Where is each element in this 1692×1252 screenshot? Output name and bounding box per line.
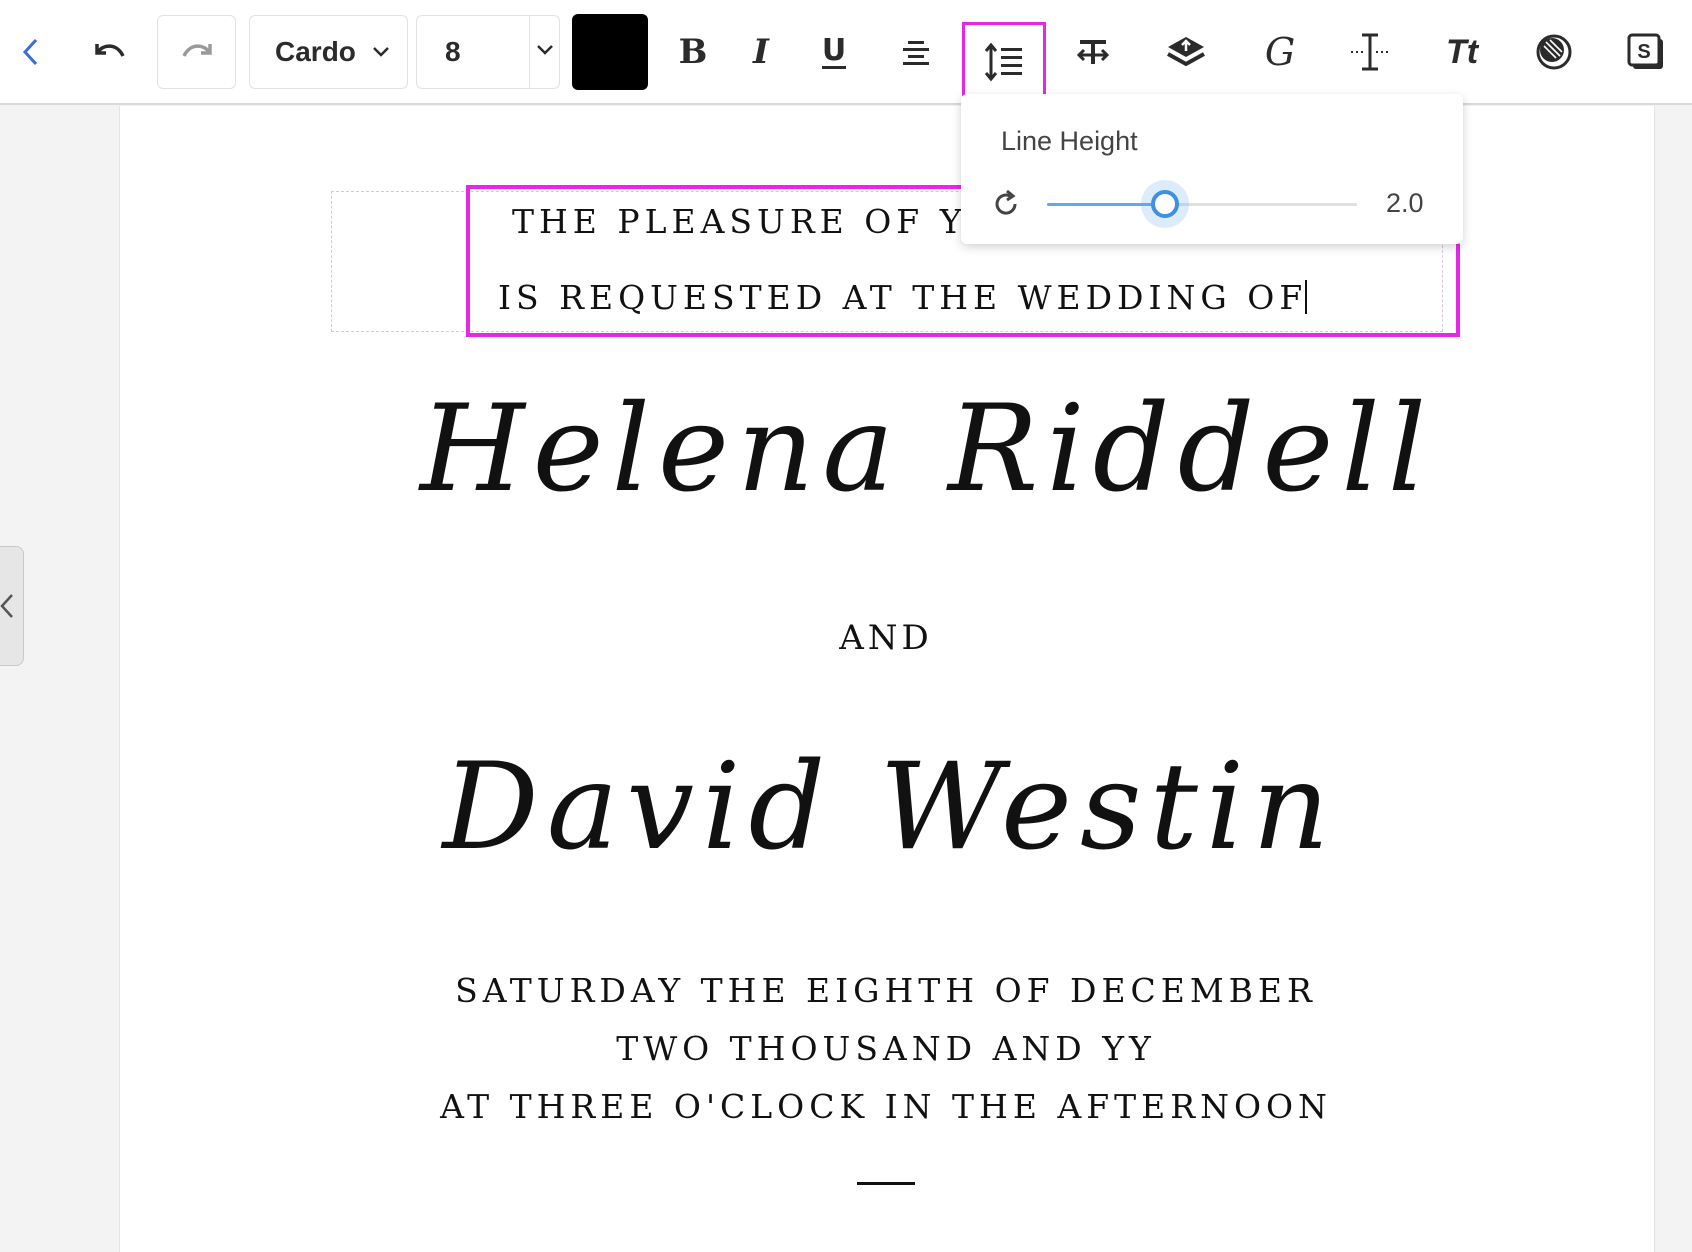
sticker-icon[interactable]: S bbox=[1618, 22, 1674, 82]
underline-label: U bbox=[821, 32, 847, 69]
chevron-down-icon[interactable] bbox=[535, 40, 555, 60]
bride-name[interactable]: Helena Riddell bbox=[420, 380, 1426, 519]
text-cursor-icon[interactable] bbox=[1342, 22, 1398, 82]
chevron-left-icon bbox=[0, 594, 13, 618]
and-text[interactable]: AND bbox=[0, 618, 1692, 658]
redo-icon[interactable] bbox=[157, 15, 236, 89]
line-height-value: 2.0 bbox=[1386, 188, 1424, 218]
line-height-popover: Line Height 2.0 bbox=[961, 94, 1463, 244]
slider-thumb-knob bbox=[1150, 190, 1179, 218]
underline-button[interactable]: U bbox=[806, 22, 862, 82]
groom-name[interactable]: David Westin bbox=[420, 738, 1360, 877]
glyph-icon[interactable]: G bbox=[1252, 22, 1308, 82]
font-size-value: 8 bbox=[445, 36, 461, 67]
font-family-value: Cardo bbox=[275, 36, 356, 67]
align-center-icon[interactable] bbox=[888, 22, 944, 82]
undo-icon[interactable] bbox=[80, 22, 140, 82]
font-size-divider bbox=[529, 16, 530, 88]
toolbar: Cardo 8 B I U G Tt S bbox=[0, 0, 1692, 105]
reset-icon[interactable] bbox=[991, 189, 1021, 219]
sticker-letter: S bbox=[1637, 41, 1650, 63]
mask-icon[interactable] bbox=[1526, 22, 1582, 82]
line-height-slider[interactable] bbox=[1047, 180, 1357, 228]
italic-button[interactable]: I bbox=[736, 22, 786, 82]
font-family-select[interactable]: Cardo bbox=[249, 15, 408, 89]
text-transform-icon[interactable]: Tt bbox=[1432, 22, 1492, 82]
letter-spacing-icon[interactable] bbox=[1068, 22, 1118, 82]
date-line-3[interactable]: AT THREE O'CLOCK IN THE AFTERNOON bbox=[0, 1087, 1692, 1126]
line-height-title: Line Height bbox=[1001, 126, 1138, 156]
font-size-field[interactable]: 8 bbox=[416, 15, 560, 89]
date-line-2[interactable]: TWO THOUSAND AND YY bbox=[0, 1029, 1692, 1068]
slider-thumb[interactable] bbox=[1140, 180, 1189, 228]
layers-icon[interactable] bbox=[1158, 22, 1214, 82]
bold-button[interactable]: B bbox=[668, 22, 718, 82]
divider-line bbox=[857, 1182, 915, 1185]
chevron-down-icon bbox=[373, 47, 389, 57]
back-arrow-icon[interactable] bbox=[6, 22, 56, 82]
line-height-icon[interactable] bbox=[962, 22, 1046, 102]
date-line-1[interactable]: SATURDAY THE EIGHTH OF DECEMBER bbox=[0, 971, 1692, 1010]
text-color-swatch[interactable] bbox=[572, 14, 648, 90]
